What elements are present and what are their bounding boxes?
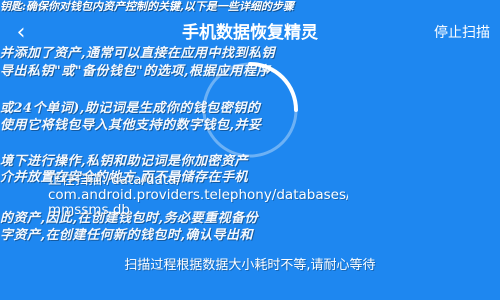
top-bar: 钥匙:确保你对钱包内资产控制的关键,以下是一些详细的步骤 ‹ 手机数据恢复精灵 … — [0, 0, 500, 50]
scan-status-line: mmssms.db — [48, 203, 130, 218]
scan-status-line: 正在扫描:/data/data/ — [48, 173, 182, 188]
page-title: 手机数据恢复精灵 — [182, 23, 318, 43]
scan-status-line: com.android.providers.telephony/database… — [48, 188, 348, 203]
scan-spinner-icon — [202, 62, 298, 158]
stop-scan-button[interactable]: 停止扫描 — [434, 20, 490, 46]
ticker-text: 钥匙:确保你对钱包内资产控制的关键,以下是一些详细的步骤 — [0, 0, 294, 13]
scan-hint: 扫描过程根据数据大小耗时不等,请耐心等待 — [124, 258, 376, 273]
scan-status: 正在扫描:/data/data/ com.android.providers.t… — [48, 173, 348, 218]
background-text-line: 字资产,在创建任何新的钱包时,确认导出和 — [0, 228, 254, 243]
